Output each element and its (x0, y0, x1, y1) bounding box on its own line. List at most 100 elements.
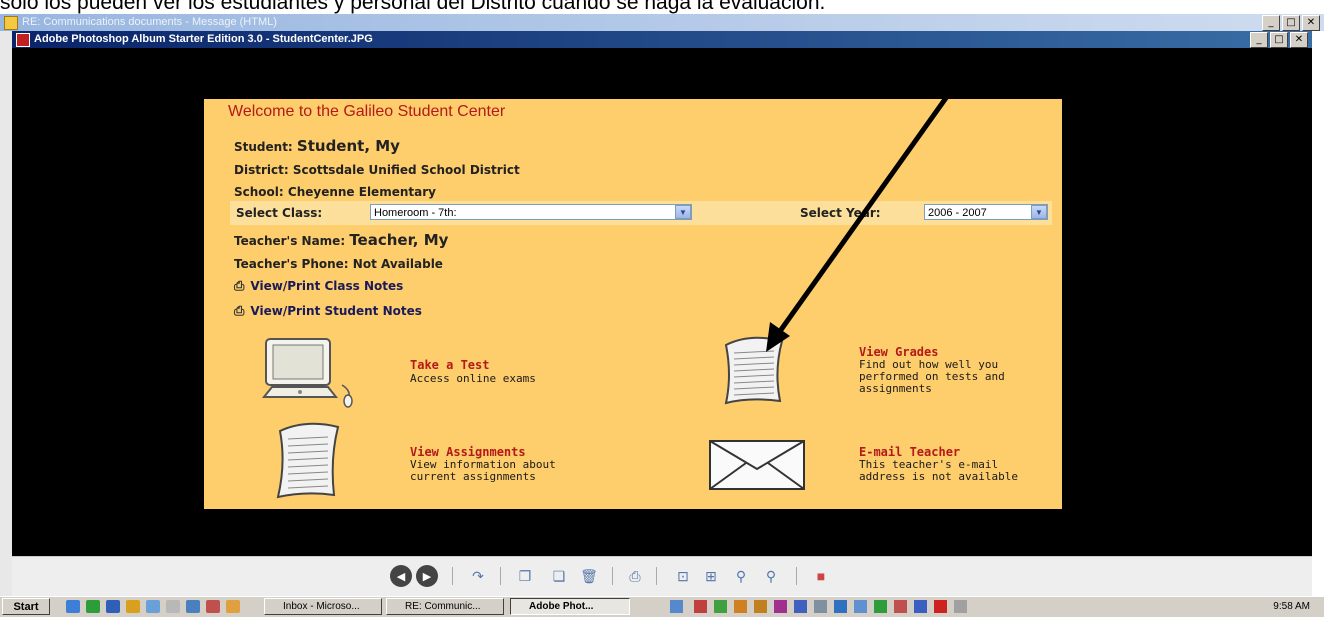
fit-to-window-icon[interactable]: ⊡ (674, 567, 692, 585)
teacher-row: Teacher's Name: Teacher, My (234, 231, 448, 249)
tray-icon[interactable] (854, 600, 867, 613)
outer-window-titlebar[interactable]: RE: Communications documents - Message (… (0, 14, 1324, 31)
photoshop-album-icon (16, 33, 30, 47)
tray-icon[interactable] (714, 600, 727, 613)
school-value: Cheyenne Elementary (287, 185, 436, 199)
tray-icon[interactable] (814, 600, 827, 613)
student-notes-link[interactable]: ⎙ View/Print Student Notes (234, 304, 422, 319)
take-test-desc: Access online exams (410, 372, 536, 385)
tray-icon[interactable] (834, 600, 847, 613)
tray-icon[interactable] (894, 600, 907, 613)
class-notes-link[interactable]: ⎙ View/Print Class Notes (234, 279, 403, 294)
tray-icon[interactable] (954, 600, 967, 613)
student-notes-link-label: View/Print Student Notes (250, 304, 422, 318)
year-select-value: 2006 - 2007 (928, 207, 987, 219)
app-close-button[interactable]: ✕ (1290, 32, 1308, 48)
teacher-label: Teacher's Name: (234, 234, 346, 248)
word-icon[interactable] (106, 600, 120, 613)
chevron-down-icon[interactable]: ▼ (1031, 205, 1047, 219)
stop-icon[interactable]: ■ (812, 567, 830, 585)
chevron-down-icon[interactable]: ▼ (675, 205, 691, 219)
next-button[interactable]: ▶ (416, 565, 438, 587)
toolbar-separator (612, 567, 613, 585)
printer-icon: ⎙ (234, 304, 245, 319)
tray-icon[interactable] (670, 600, 683, 613)
zoom-in-icon[interactable]: ⚲ (762, 567, 780, 585)
tools-icon[interactable] (166, 600, 180, 613)
tray-icon[interactable] (934, 600, 947, 613)
document-icon[interactable] (720, 331, 790, 407)
envelope-icon[interactable] (708, 439, 808, 493)
app-window-title: Adobe Photoshop Album Starter Edition 3.… (34, 33, 373, 45)
trash-icon[interactable]: 🗑 (580, 567, 598, 585)
select-class-label: Select Class: (236, 206, 323, 220)
clock-icon[interactable] (226, 600, 240, 613)
document-icon[interactable] (272, 419, 344, 501)
minimize-button[interactable]: _ (1262, 15, 1280, 31)
media-icon[interactable] (206, 600, 220, 613)
student-center-image: Welcome to the Galileo Student Center St… (204, 99, 1062, 509)
task-inbox[interactable]: Inbox - Microso... (264, 598, 382, 615)
outer-window-title: RE: Communications documents - Message (… (22, 16, 277, 28)
actual-size-icon[interactable]: ⊞ (702, 567, 720, 585)
email-teacher-title[interactable]: E-mail Teacher (859, 445, 960, 459)
rotate-icon[interactable]: ↷ (469, 567, 487, 585)
maximize-button[interactable]: □ (1282, 15, 1300, 31)
print-icon[interactable]: ⎙ (626, 567, 644, 585)
taskbar: Start Inbox - Microso... RE: Communic...… (0, 596, 1324, 617)
tray-icon[interactable] (754, 600, 767, 613)
year-select[interactable]: 2006 - 2007 ▼ (924, 204, 1048, 220)
app-window-buttons: _ □ ✕ (1250, 32, 1308, 48)
view-grades-desc-3: assignments (859, 382, 932, 395)
close-button[interactable]: ✕ (1302, 15, 1320, 31)
outer-window-buttons: _ □ ✕ (1262, 15, 1320, 31)
computer-icon[interactable] (262, 337, 362, 409)
email-caption-text: solo los pueden ver los estudiantes y pe… (0, 0, 826, 14)
start-button[interactable]: Start (2, 598, 50, 615)
envelope-icon (4, 16, 18, 30)
student-label: Student: (234, 140, 293, 154)
toolbar-separator (796, 567, 797, 585)
toolbar-separator (452, 567, 453, 585)
tray-icon[interactable] (774, 600, 787, 613)
copy-icon[interactable]: ❐ (516, 567, 534, 585)
outlook-icon[interactable] (146, 600, 160, 613)
zoom-out-icon[interactable]: ⚲ (732, 567, 750, 585)
district-row: District: Scottsdale Unified School Dist… (234, 163, 520, 177)
previous-button[interactable]: ◀ (390, 565, 412, 587)
tray-icon[interactable] (874, 600, 887, 613)
desktop-icon[interactable] (186, 600, 200, 613)
tray-icon[interactable] (734, 600, 747, 613)
view-assignments-desc-2: current assignments (410, 470, 536, 483)
explorer-icon[interactable] (126, 600, 140, 613)
toolbar-separator (656, 567, 657, 585)
app-minimize-button[interactable]: _ (1250, 32, 1268, 48)
class-select[interactable]: Homeroom - 7th: ▼ (370, 204, 692, 220)
excel-icon[interactable] (86, 600, 100, 613)
ie-icon[interactable] (66, 600, 80, 613)
paste-icon[interactable]: ❏ (550, 567, 568, 585)
task-re-communications[interactable]: RE: Communic... (386, 598, 504, 615)
class-select-value: Homeroom - 7th: (374, 207, 457, 219)
select-year-label: Select Year: (800, 206, 881, 220)
app-window-titlebar[interactable]: Adobe Photoshop Album Starter Edition 3.… (12, 31, 1312, 48)
tray-icon[interactable] (914, 600, 927, 613)
viewer-toolbar: ◀ ▶ ↷ ❐ ❏ 🗑 ⎙ ⊡ ⊞ ⚲ ⚲ ■ (12, 556, 1312, 597)
district-label: District: (234, 163, 289, 177)
view-assignments-title[interactable]: View Assignments (410, 445, 526, 459)
phone-value: Not Available (352, 257, 443, 271)
tray-icon[interactable] (694, 600, 707, 613)
select-row: Select Class: Homeroom - 7th: ▼ Select Y… (230, 201, 1052, 225)
class-notes-link-label: View/Print Class Notes (250, 279, 404, 293)
task-adobe-photoshop[interactable]: Adobe Phot... (510, 598, 630, 615)
school-row: School: Cheyenne Elementary (234, 185, 436, 199)
student-name: Student, My (296, 137, 400, 155)
clock: 9:58 AM (1273, 601, 1310, 612)
school-label: School: (234, 185, 284, 199)
tray-icon[interactable] (794, 600, 807, 613)
app-maximize-button[interactable]: □ (1270, 32, 1288, 48)
take-test-title[interactable]: Take a Test (410, 358, 489, 372)
teacher-name: Teacher, My (349, 231, 449, 249)
view-grades-title[interactable]: View Grades (859, 345, 938, 359)
phone-row: Teacher's Phone: Not Available (234, 257, 443, 271)
